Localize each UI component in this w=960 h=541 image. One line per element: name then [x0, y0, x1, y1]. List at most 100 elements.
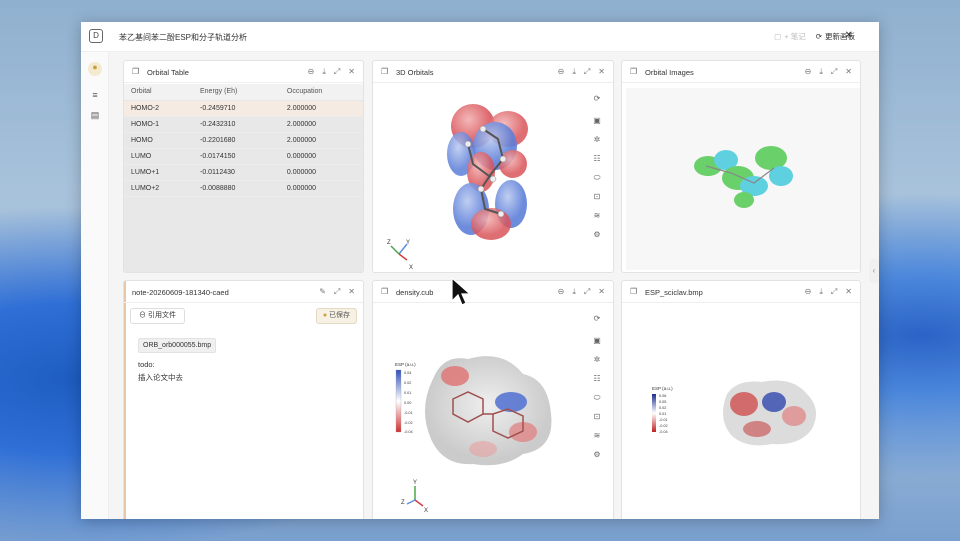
- table-row[interactable]: LUMO+1 -0.0112430 0.000000: [124, 164, 363, 181]
- panel-title: 3D Orbitals: [396, 68, 434, 77]
- column-header-orbital[interactable]: Orbital: [124, 84, 193, 101]
- saved-dot-icon: ●: [322, 312, 328, 319]
- saved-label: 已保存: [329, 312, 350, 319]
- refresh-icon: ⟳: [815, 32, 822, 41]
- file-chip[interactable]: ORB_orb000055.bmp: [138, 338, 217, 353]
- mouse-cursor-icon: [451, 277, 471, 306]
- sliders-icon[interactable]: ≋: [590, 429, 604, 443]
- note-icon: ▢: [774, 32, 782, 41]
- svg-text:-0.01: -0.01: [404, 411, 413, 415]
- expand-icon[interactable]: ⤢: [334, 67, 340, 77]
- density-3d-viewer[interactable]: ESP (a.u.) 0.04 0.02 0.01 0.00 -0.01 -0.…: [373, 304, 614, 519]
- close-icon[interactable]: ✕: [598, 67, 605, 77]
- table-cell: -0.2201680: [192, 132, 280, 149]
- expand-icon[interactable]: ⤢: [831, 287, 837, 297]
- close-icon[interactable]: ✕: [845, 287, 852, 297]
- table-cell: HOMO-1: [124, 116, 193, 133]
- close-icon[interactable]: ✕: [598, 287, 605, 297]
- svg-text:0.04: 0.04: [404, 371, 411, 375]
- cite-file-button[interactable]: ⊖ 引用文件: [130, 308, 185, 324]
- palette-icon[interactable]: ●: [88, 62, 102, 76]
- table-cell: -0.2459710: [192, 100, 280, 117]
- svg-text:0.05: 0.05: [659, 400, 666, 404]
- table-cell: -0.0088880: [192, 180, 280, 197]
- close-icon[interactable]: ✕: [845, 67, 852, 77]
- lock-icon[interactable]: ⊡: [590, 190, 604, 204]
- link-icon[interactable]: ⊖: [805, 67, 812, 77]
- orbital-table-panel: ❐ Orbital Table ⊖ ⤓ ⤢ ✕ Orbital Energy (: [123, 60, 364, 273]
- settings-icon[interactable]: ✲: [590, 353, 604, 367]
- filter-icon[interactable]: ☷: [590, 372, 604, 386]
- screenshot-icon[interactable]: ▣: [590, 114, 604, 128]
- column-header-energy[interactable]: Energy (Eh): [192, 84, 280, 101]
- app-logo-icon[interactable]: D: [89, 29, 103, 43]
- copy-icon[interactable]: ❐: [381, 67, 388, 76]
- orbital-images-panel: ❐ Orbital Images ⊖ ⤓ ⤢ ✕: [621, 60, 861, 273]
- close-window-icon[interactable]: ✕: [845, 30, 853, 41]
- download-icon[interactable]: ⤓: [572, 67, 576, 77]
- list-icon[interactable]: ≡: [88, 90, 102, 104]
- panel-header: ❐ density.cub ⊖ ⤓ ⤢ ✕: [373, 281, 613, 303]
- settings-icon[interactable]: ✲: [590, 133, 604, 147]
- edit-icon[interactable]: ✎: [319, 287, 326, 297]
- expand-icon[interactable]: ⤢: [584, 287, 590, 297]
- table-row[interactable]: HOMO -0.2201680 2.000000: [124, 132, 363, 149]
- copy-icon[interactable]: ❐: [132, 67, 139, 76]
- table-cell: LUMO: [124, 148, 193, 165]
- add-note-button[interactable]: ▢ + 笔记: [774, 31, 806, 42]
- copy-icon[interactable]: ❐: [630, 67, 637, 76]
- table-cell: -0.0112430: [192, 164, 280, 181]
- axis-label-x: X: [409, 265, 413, 271]
- screenshot-icon[interactable]: ▣: [590, 334, 604, 348]
- link-icon[interactable]: ⊖: [558, 67, 565, 77]
- expand-icon[interactable]: ⤢: [334, 287, 340, 297]
- download-icon[interactable]: ⤓: [322, 67, 326, 77]
- viewer-toolbar: ⟳ ▣ ✲ ☷ ⬭ ⊡ ≋ ⚙: [590, 312, 604, 467]
- table-row[interactable]: HOMO-1 -0.2432310 2.000000: [124, 116, 363, 133]
- close-icon[interactable]: ✕: [348, 67, 355, 77]
- lock-icon[interactable]: ⊡: [590, 410, 604, 424]
- close-icon[interactable]: ✕: [348, 287, 355, 297]
- svg-text:-0.02: -0.02: [659, 424, 668, 428]
- gear-icon[interactable]: ⚙: [590, 228, 604, 242]
- reset-view-icon[interactable]: ⟳: [590, 92, 604, 106]
- download-icon[interactable]: ⤓: [572, 287, 576, 297]
- reset-view-icon[interactable]: ⟳: [590, 312, 604, 326]
- document-icon[interactable]: ▤: [88, 110, 102, 124]
- copy-icon[interactable]: ❐: [630, 287, 637, 296]
- note-editor[interactable]: ORB_orb000055.bmp todo: 插入论文中去: [138, 338, 217, 383]
- collapse-panel-handle[interactable]: ‹: [869, 259, 879, 283]
- tag-icon[interactable]: ⬭: [590, 171, 604, 185]
- copy-icon[interactable]: ❐: [381, 287, 388, 296]
- sliders-icon[interactable]: ≋: [590, 209, 604, 223]
- svg-text:0.02: 0.02: [659, 406, 666, 410]
- svg-text:-0.04: -0.04: [404, 430, 413, 434]
- window-title: 苯乙基间苯二酚ESP和分子轨道分析: [119, 33, 248, 42]
- link-icon[interactable]: ⊖: [805, 287, 812, 297]
- link-icon[interactable]: ⊖: [308, 67, 315, 77]
- table-row[interactable]: LUMO+2 -0.0088880 0.000000: [124, 180, 363, 197]
- svg-text:0.00: 0.00: [404, 401, 411, 405]
- sidebar: ● ≡ ▤: [81, 52, 109, 519]
- download-icon[interactable]: ⤓: [819, 67, 823, 77]
- filter-icon[interactable]: ☷: [590, 152, 604, 166]
- tag-icon[interactable]: ⬭: [590, 391, 604, 405]
- table-cell: 0.000000: [279, 164, 363, 181]
- column-header-occupation[interactable]: Occupation: [279, 84, 363, 101]
- add-note-label: + 笔记: [784, 32, 806, 41]
- axis-triad: Y Z X: [401, 480, 428, 514]
- expand-icon[interactable]: ⤢: [831, 67, 837, 77]
- expand-icon[interactable]: ⤢: [584, 67, 590, 77]
- table-header-row: Orbital Energy (Eh) Occupation: [124, 84, 363, 101]
- title-bar: D 苯乙基间苯二酚ESP和分子轨道分析 ▢ + 笔记 ⟳ 更新画板 ✕: [81, 22, 879, 52]
- download-icon[interactable]: ⤓: [819, 287, 823, 297]
- gear-icon[interactable]: ⚙: [590, 448, 604, 462]
- table-row[interactable]: HOMO-2 -0.2459710 2.000000: [124, 100, 363, 117]
- svg-text:-0.02: -0.02: [404, 421, 413, 425]
- orbital-3d-viewer[interactable]: Z Y X: [373, 84, 614, 273]
- svg-text:-0.04: -0.04: [659, 430, 668, 434]
- link-icon[interactable]: ⊖: [558, 287, 565, 297]
- table-row[interactable]: LUMO -0.0174150 0.000000: [124, 148, 363, 165]
- panel-header: ❐ 3D Orbitals ⊖ ⤓ ⤢ ✕: [373, 61, 613, 83]
- table-cell: HOMO-2: [124, 100, 193, 117]
